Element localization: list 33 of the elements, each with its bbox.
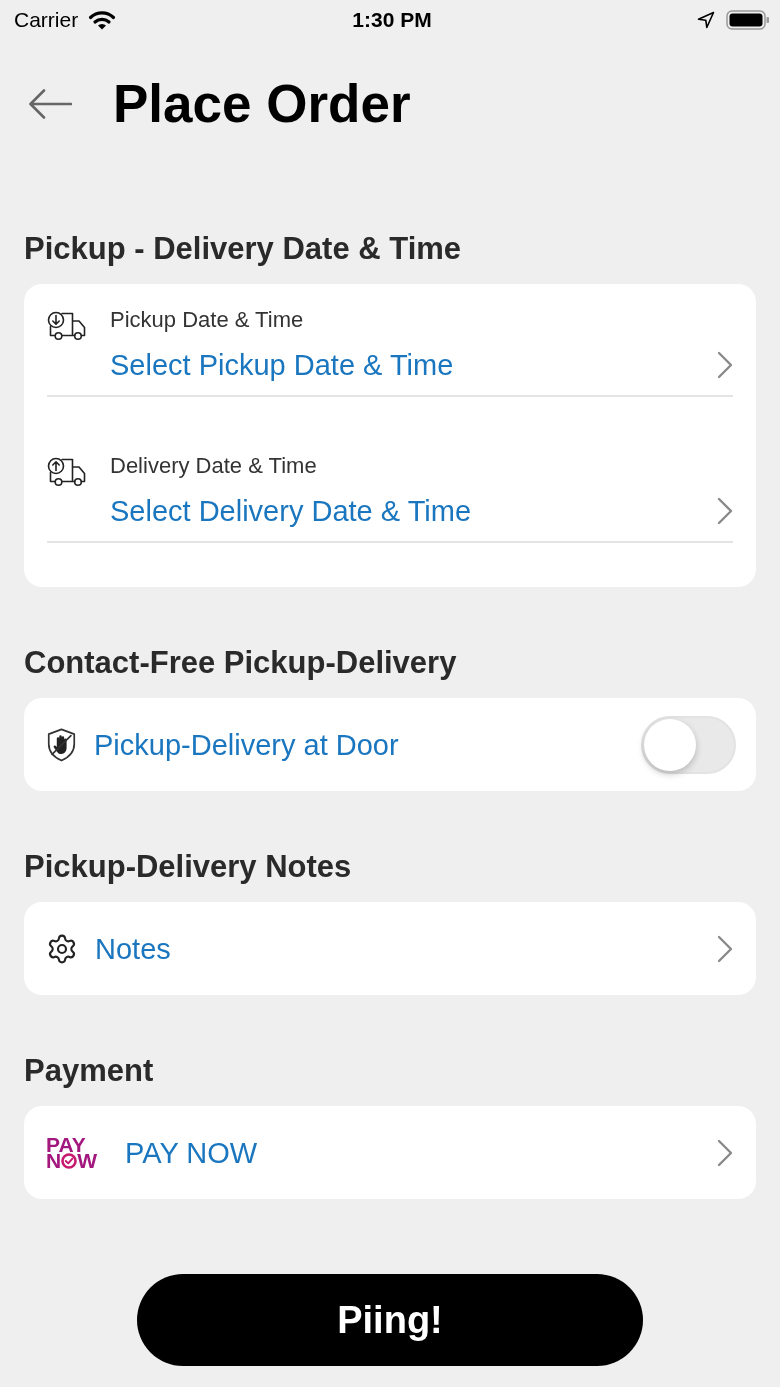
truck-up-arrow-icon	[47, 457, 87, 487]
page-title: Place Order	[113, 74, 411, 134]
chevron-right-icon	[717, 1138, 733, 1167]
logo-text: PAY	[46, 1136, 86, 1153]
date-time-link[interactable]: Select Pickup Date & Time	[110, 348, 717, 382]
gear-icon	[46, 932, 78, 965]
pay-now-link[interactable]: PAY NOW	[125, 1135, 258, 1170]
wifi-icon	[88, 10, 117, 30]
chevron-right-icon	[717, 934, 733, 963]
back-arrow-icon	[28, 88, 72, 120]
logo-text: W	[77, 1152, 97, 1169]
option-label: Pickup-Delivery at Door	[94, 727, 399, 762]
location-arrow-icon	[697, 11, 715, 29]
chevron-right-icon	[717, 351, 733, 379]
status-time: 1:30 PM	[352, 8, 432, 32]
check-circle-icon	[61, 1152, 78, 1169]
carrier-name: Carrier	[14, 8, 79, 32]
toggle-switch[interactable]	[641, 715, 736, 774]
shield-hand-icon	[46, 727, 77, 762]
field-label: Delivery Date & Time	[110, 453, 318, 479]
chevron-right-icon	[717, 497, 733, 525]
section-heading: Contact-Free Pickup-Delivery	[24, 645, 458, 681]
truck-down-arrow-icon	[47, 311, 87, 341]
section-heading: Pickup-Delivery Notes	[24, 849, 353, 885]
logo-text: N	[46, 1152, 62, 1169]
field-label: Pickup Date & Time	[110, 307, 305, 333]
date-time-link[interactable]: Select Delivery Date & Time	[110, 494, 717, 528]
battery-icon	[726, 10, 770, 30]
back-button[interactable]	[28, 88, 72, 120]
section-heading: Payment	[24, 1053, 155, 1089]
notes-link[interactable]: Notes	[95, 931, 171, 966]
submit-button[interactable]: Piing!	[137, 1274, 643, 1366]
section-heading: Pickup - Delivery Date & Time	[24, 231, 463, 267]
